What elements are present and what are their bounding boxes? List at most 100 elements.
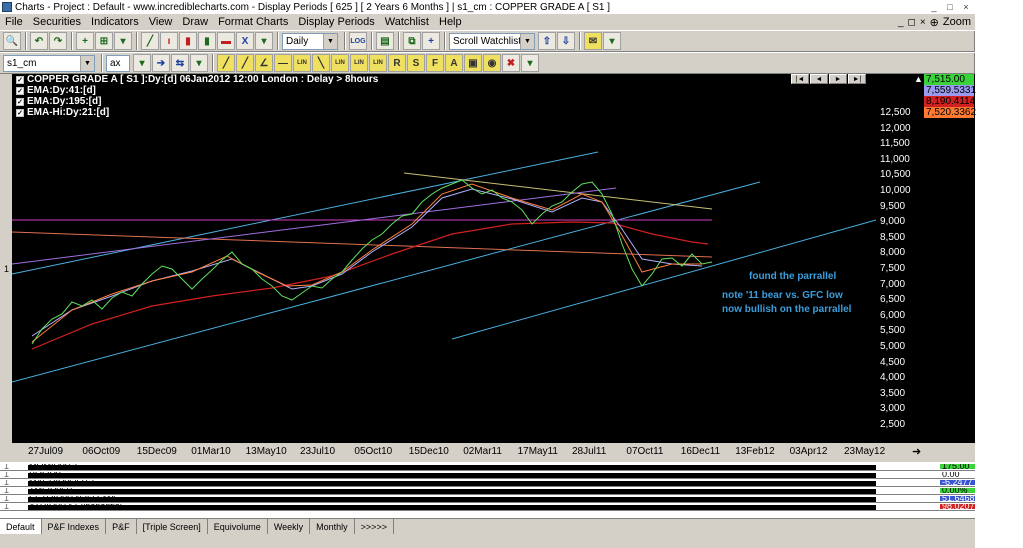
indicator-row[interactable]: 1TMF:Dy:210.00%: [0, 488, 975, 495]
menu-view[interactable]: View: [144, 16, 178, 28]
crosshair-icon[interactable]: +: [76, 32, 94, 50]
ellipse-icon[interactable]: ◉: [483, 54, 501, 72]
menu-indicators[interactable]: Indicators: [86, 16, 144, 28]
tab-default[interactable]: Default: [0, 519, 42, 534]
nav-more-icon[interactable]: ▾: [190, 54, 208, 72]
indicator-plot[interactable]: [28, 473, 876, 478]
lin-tool-2[interactable]: LIN: [331, 54, 349, 72]
mdi-minimize-button[interactable]: _: [898, 17, 904, 28]
legend-checkbox[interactable]: ✓: [16, 86, 24, 95]
tab-pf[interactable]: P&F: [106, 519, 137, 534]
mdi-restore-button[interactable]: ◻: [908, 17, 916, 28]
tab-pf-indexes[interactable]: P&F Indexes: [42, 519, 107, 534]
candle-green-icon[interactable]: ▮: [198, 32, 216, 50]
declining-orange-line[interactable]: [12, 231, 713, 258]
swap-icon[interactable]: ⇆: [171, 54, 189, 72]
go-forward-icon[interactable]: ➔: [152, 54, 170, 72]
lin-tool-4[interactable]: LIN: [369, 54, 387, 72]
mdi-close-button[interactable]: ×: [920, 17, 926, 28]
nav-last-button[interactable]: ►|: [848, 74, 866, 84]
indicator-plot[interactable]: [28, 489, 876, 494]
menu-securities[interactable]: Securities: [28, 16, 86, 28]
maximize-button[interactable]: □: [943, 1, 957, 13]
copy-icon[interactable]: ⧉: [403, 32, 421, 50]
line-chart-icon[interactable]: ╱: [141, 32, 159, 50]
zoom-label[interactable]: Zoom: [943, 16, 971, 28]
tab-more[interactable]: >>>>>: [355, 519, 394, 534]
axis-select[interactable]: ax: [106, 54, 130, 72]
trendline-icon[interactable]: ╱: [217, 54, 235, 72]
lin-tool-1[interactable]: LIN: [293, 54, 311, 72]
grid-icon[interactable]: ⊞: [95, 32, 113, 50]
arc-tool[interactable]: A: [445, 54, 463, 72]
menu-format-charts[interactable]: Format Charts: [213, 16, 293, 28]
support-tool[interactable]: S: [407, 54, 425, 72]
menu-watchlist[interactable]: Watchlist: [380, 16, 434, 28]
log-scale-button[interactable]: LOG: [349, 32, 367, 50]
close-button[interactable]: ×: [959, 1, 973, 13]
tab-triple-screen[interactable]: [Triple Screen]: [137, 519, 208, 534]
watchlist-select[interactable]: Scroll Watchlist ▼: [449, 32, 535, 50]
nav-prev-button[interactable]: ◄: [810, 74, 828, 84]
x-scroll-icon[interactable]: ➜: [912, 445, 921, 458]
indicator-row[interactable]: 1SSTO:Dy:14:3:3 SMA51.6468: [0, 496, 975, 503]
chevron-down-icon[interactable]: ▼: [323, 33, 337, 49]
ax-more-icon[interactable]: ▾: [133, 54, 151, 72]
tab-equivolume[interactable]: Equivolume: [208, 519, 268, 534]
fan-icon[interactable]: ∠: [255, 54, 273, 72]
chevron-down-icon[interactable]: ▼: [520, 33, 534, 49]
refresh-forward-icon[interactable]: ↷: [49, 32, 67, 50]
hline-icon[interactable]: —: [274, 54, 292, 72]
draw-more-icon[interactable]: ▾: [521, 54, 539, 72]
indicator-plot[interactable]: [28, 505, 876, 510]
page-icon[interactable]: ▤: [376, 32, 394, 50]
purple-trend-line[interactable]: [12, 187, 617, 265]
channel-middle-line[interactable]: [12, 181, 761, 383]
indicator-plot[interactable]: [28, 465, 876, 470]
pf-chart-icon[interactable]: X: [236, 32, 254, 50]
scroll-down-icon[interactable]: ⇩: [557, 32, 575, 50]
resistance-tool[interactable]: R: [388, 54, 406, 72]
bar-chart-icon[interactable]: ı: [160, 32, 178, 50]
scale-up-icon[interactable]: ▲: [914, 74, 923, 84]
lin-tool-3[interactable]: LIN: [350, 54, 368, 72]
channel-upper-line[interactable]: [12, 151, 599, 275]
legend-checkbox[interactable]: ✓: [16, 108, 24, 117]
dropdown-arrow-icon[interactable]: ▾: [114, 32, 132, 50]
nav-first-button[interactable]: |◄: [791, 74, 809, 84]
tab-weekly[interactable]: Weekly: [268, 519, 311, 534]
tab-monthly[interactable]: Monthly: [310, 519, 355, 534]
menu-file[interactable]: File: [0, 16, 28, 28]
delete-icon[interactable]: ✖: [502, 54, 520, 72]
add-icon[interactable]: +: [422, 32, 440, 50]
box-icon[interactable]: ▣: [464, 54, 482, 72]
indicator-row[interactable]: 1VOL:Dy0.00: [0, 472, 975, 479]
menu-help[interactable]: Help: [434, 16, 467, 28]
indicator-plot[interactable]: [28, 481, 876, 486]
scroll-up-icon[interactable]: ⇧: [538, 32, 556, 50]
fibonacci-tool[interactable]: F: [426, 54, 444, 72]
price-chart[interactable]: ✓ COPPER GRADE A [ S1 ]:Dy:[d] 06Jan2012…: [12, 74, 876, 462]
indicator-row[interactable]: 1ATR:Dy:14 Exponential98.0207: [0, 504, 975, 511]
indicator-plot[interactable]: [28, 497, 876, 502]
zoom-icon[interactable]: ⊕: [930, 16, 939, 29]
equivolume-icon[interactable]: ▬: [217, 32, 235, 50]
menu-draw[interactable]: Draw: [177, 16, 213, 28]
legend-checkbox[interactable]: ✓: [16, 97, 24, 106]
indicator-row[interactable]: 1MACD:Dy:26:12-6.2477: [0, 480, 975, 487]
chevron-down-icon[interactable]: ▼: [80, 55, 94, 71]
toolbar-end-more-icon[interactable]: ▾: [603, 32, 621, 50]
minimize-button[interactable]: _: [927, 1, 941, 13]
channel-icon[interactable]: ╱: [236, 54, 254, 72]
search-icon[interactable]: 🔍: [3, 32, 21, 50]
menu-display-periods[interactable]: Display Periods: [293, 16, 379, 28]
indicator-row[interactable]: 1MOM:Dy:12175.00: [0, 464, 975, 471]
period-select[interactable]: Daily ▼: [282, 32, 338, 50]
toolbar-more-icon[interactable]: ▾: [255, 32, 273, 50]
ray-icon[interactable]: ╲: [312, 54, 330, 72]
mail-icon[interactable]: ✉: [584, 32, 602, 50]
nav-next-button[interactable]: ►: [829, 74, 847, 84]
series-checkbox[interactable]: ✓: [16, 75, 24, 84]
security-code-select[interactable]: s1_cm ▼: [3, 54, 95, 72]
refresh-back-icon[interactable]: ↶: [30, 32, 48, 50]
